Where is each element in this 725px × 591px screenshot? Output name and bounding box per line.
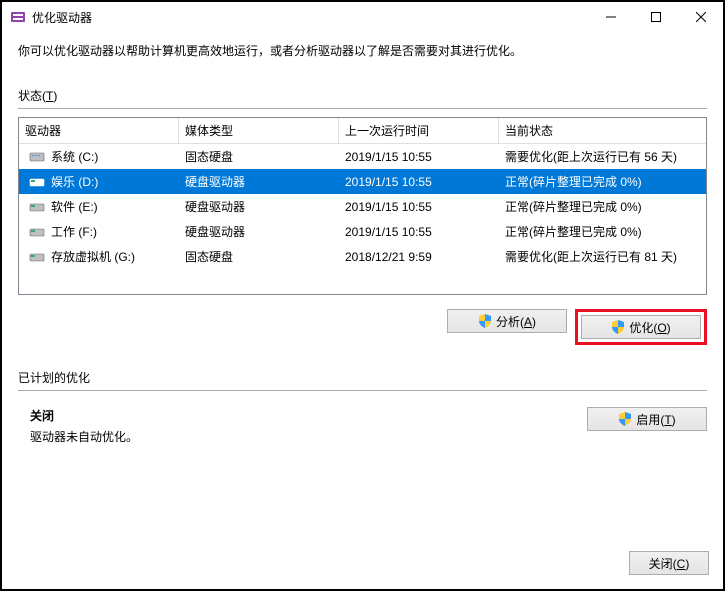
drive-status: 需要优化(距上次运行已有 56 天)	[499, 146, 706, 167]
optimize-label: 优化(O)	[629, 319, 670, 336]
table-row[interactable]: 软件 (E:) 硬盘驱动器2019/1/15 10:55正常(碎片整理已完成 0%…	[19, 194, 706, 219]
divider	[18, 390, 707, 391]
drive-media: 固态硬盘	[179, 146, 339, 167]
drive-table: 驱动器 媒体类型 上一次运行时间 当前状态 系统 (C:)固态硬盘2019/1/…	[18, 117, 707, 295]
analyze-button[interactable]: 分析(A)	[447, 309, 567, 333]
table-row[interactable]: 工作 (F:) 硬盘驱动器2019/1/15 10:55正常(碎片整理已完成 0%…	[19, 219, 706, 244]
scheduled-status-title: 关闭	[30, 407, 587, 424]
drive-lastrun: 2019/1/15 10:55	[339, 198, 499, 216]
shield-icon	[478, 314, 492, 328]
drive-lastrun: 2019/1/15 10:55	[339, 223, 499, 241]
divider	[18, 108, 707, 109]
column-header-status[interactable]: 当前状态	[499, 118, 706, 143]
enable-button[interactable]: 启用(T)	[587, 407, 707, 431]
minimize-button[interactable]	[588, 2, 633, 32]
scheduled-status-desc: 驱动器未自动优化。	[30, 428, 587, 445]
table-row[interactable]: 娱乐 (D:) 硬盘驱动器2019/1/15 10:55正常(碎片整理已完成 0%…	[19, 169, 706, 194]
drive-icon	[29, 150, 45, 164]
close-label: 关闭(C)	[649, 555, 690, 572]
drive-lastrun: 2019/1/15 10:55	[339, 173, 499, 191]
table-header: 驱动器 媒体类型 上一次运行时间 当前状态	[19, 118, 706, 144]
drive-status: 正常(碎片整理已完成 0%)	[499, 221, 706, 242]
enable-label: 启用(T)	[636, 411, 675, 428]
window-title: 优化驱动器	[32, 9, 588, 26]
column-header-media[interactable]: 媒体类型	[179, 118, 339, 143]
optimize-highlight: 优化(O)	[575, 309, 707, 345]
table-row[interactable]: 存放虚拟机 (G:) 固态硬盘2018/12/21 9:59需要优化(距上次运行已…	[19, 244, 706, 269]
titlebar: 优化驱动器	[2, 2, 723, 32]
maximize-button[interactable]	[633, 2, 678, 32]
shield-icon	[618, 412, 632, 426]
close-dialog-button[interactable]: 关闭(C)	[629, 551, 709, 575]
drive-name: 工作 (F:)	[51, 223, 97, 240]
drive-name: 存放虚拟机 (G:)	[51, 248, 135, 265]
status-label: 状态(T)	[18, 87, 707, 104]
close-button[interactable]	[678, 2, 723, 32]
column-header-lastrun[interactable]: 上一次运行时间	[339, 118, 499, 143]
app-icon	[10, 9, 26, 25]
drive-status: 正常(碎片整理已完成 0%)	[499, 196, 706, 217]
shield-icon	[611, 320, 625, 334]
drive-media: 硬盘驱动器	[179, 171, 339, 192]
drive-rows: 系统 (C:)固态硬盘2019/1/15 10:55需要优化(距上次运行已有 5…	[19, 144, 706, 294]
scheduled-label: 已计划的优化	[18, 369, 707, 386]
drive-media: 固态硬盘	[179, 246, 339, 267]
drive-icon	[29, 175, 45, 189]
drive-name: 娱乐 (D:)	[51, 173, 98, 190]
optimize-button[interactable]: 优化(O)	[581, 315, 701, 339]
drive-lastrun: 2018/12/21 9:59	[339, 248, 499, 266]
column-header-drive[interactable]: 驱动器	[19, 118, 179, 143]
drive-status: 需要优化(距上次运行已有 81 天)	[499, 246, 706, 267]
drive-media: 硬盘驱动器	[179, 221, 339, 242]
drive-icon	[29, 200, 45, 214]
description-text: 你可以优化驱动器以帮助计算机更高效地运行，或者分析驱动器以了解是否需要对其进行优…	[18, 42, 707, 59]
drive-name: 系统 (C:)	[51, 148, 98, 165]
window-controls	[588, 2, 723, 32]
analyze-label: 分析(A)	[496, 313, 536, 330]
drive-icon	[29, 250, 45, 264]
drive-icon	[29, 225, 45, 239]
table-row[interactable]: 系统 (C:) 固态硬盘2019/1/15 10:55需要优化(距上次运行已有 5…	[19, 144, 706, 169]
drive-status: 正常(碎片整理已完成 0%)	[499, 171, 706, 192]
drive-name: 软件 (E:)	[51, 198, 98, 215]
drive-lastrun: 2019/1/15 10:55	[339, 148, 499, 166]
drive-media: 硬盘驱动器	[179, 196, 339, 217]
